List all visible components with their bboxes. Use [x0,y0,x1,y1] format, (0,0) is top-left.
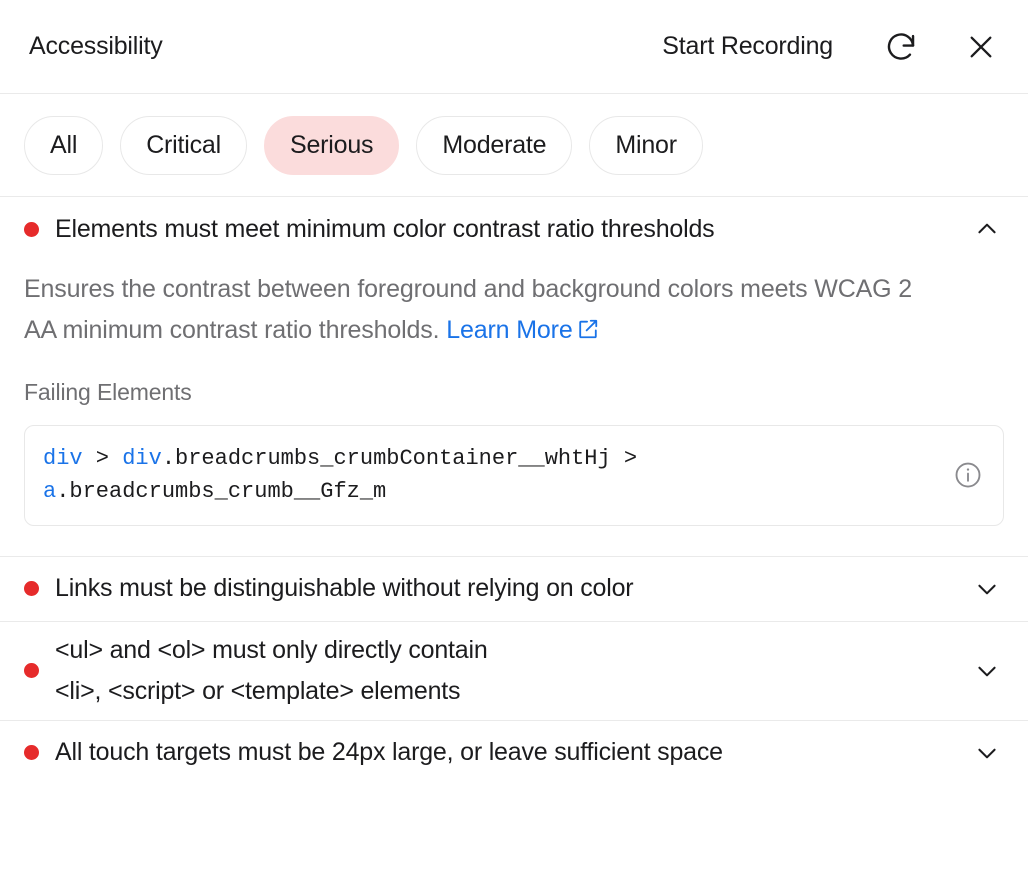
violation-header[interactable]: <ul> and <ol> must only directly contain… [0,622,1028,720]
violation-header[interactable]: Links must be distinguishable without re… [0,557,1028,621]
learn-more-label: Learn More [446,315,573,344]
severity-filter-bar: All Critical Serious Moderate Minor [0,94,1028,196]
selector-tag-3: a [43,479,57,505]
refresh-icon[interactable] [878,24,924,70]
page-title: Accessibility [29,32,163,60]
violation-details: Ensures the contrast between foreground … [0,261,1028,556]
filter-pill-all[interactable]: All [24,116,104,175]
filter-pill-minor[interactable]: Minor [589,116,703,175]
violation-title: <ul> and <ol> must only directly contain… [55,630,956,711]
violation-title: Elements must meet minimum color contras… [55,214,715,243]
violation-item: <ul> and <ol> must only directly contain… [0,620,1028,720]
learn-more-link[interactable]: Learn More [446,316,598,344]
filter-pill-moderate[interactable]: Moderate [416,116,573,175]
severity-dot [24,581,39,597]
violation-title: All touch targets must be 24px large, or… [55,738,723,767]
severity-dot [24,221,39,237]
chevron-up-icon[interactable] [970,212,1004,246]
selector-tag-2: div [122,446,162,471]
failing-elements-label: Failing Elements [24,379,192,405]
close-icon[interactable] [958,24,1004,70]
css-selector: div > div.breadcrumbs_crumbContainer__wh… [43,442,935,509]
selector-class-2: .breadcrumbs_crumb__Gfz_m [56,479,387,505]
violation-item: Links must be distinguishable without re… [0,555,1028,621]
selector-combinator-1: > [82,446,123,471]
violation-title: Links must be distinguishable without re… [55,574,634,603]
violation-item: All touch targets must be 24px large, or… [0,719,1028,785]
selector-class-1: .breadcrumbs_crumbContainer__whtHj [161,446,611,471]
violation-header[interactable]: Elements must meet minimum color contras… [0,197,1028,261]
panel-header: Accessibility Start Recording [0,0,1028,94]
severity-dot [24,663,39,679]
info-icon[interactable] [951,458,985,492]
violation-item: Elements must meet minimum color contras… [0,196,1028,556]
selector-combinator-2: > [610,446,638,471]
violation-list: Elements must meet minimum color contras… [0,196,1028,892]
accessibility-panel: Accessibility Start Recording All Critic… [0,0,1028,892]
violation-title-line-2: <li>, <script> or <template> elements [55,676,461,705]
filter-pill-serious[interactable]: Serious [263,116,400,175]
violation-header[interactable]: All touch targets must be 24px large, or… [0,721,1028,785]
chevron-down-icon[interactable] [970,572,1004,606]
chevron-down-icon[interactable] [970,736,1004,770]
failing-element-card: div > div.breadcrumbs_crumbContainer__wh… [24,425,1004,526]
selector-tag-1: div [43,446,83,471]
violation-title-line-1: <ul> and <ol> must only directly contain [55,636,488,665]
filter-pill-critical[interactable]: Critical [120,116,247,175]
violation-description: Ensures the contrast between foreground … [24,269,924,352]
external-link-icon [577,312,599,353]
start-recording-button[interactable]: Start Recording [660,30,835,63]
severity-dot [24,745,39,761]
chevron-down-icon[interactable] [970,654,1004,688]
